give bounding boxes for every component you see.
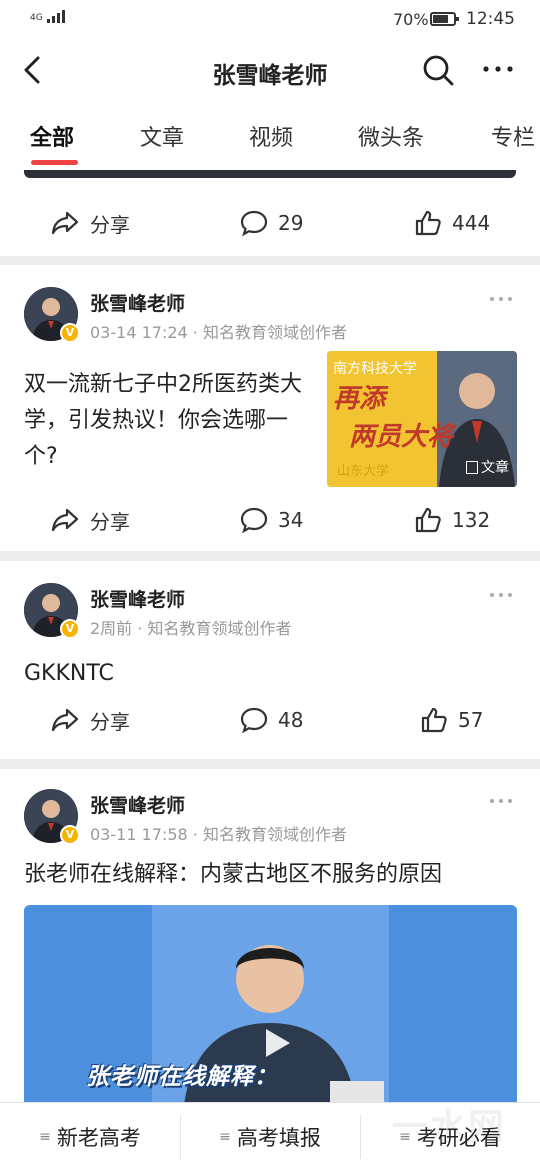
post-text[interactable]: 双一流新七子中2所医药类大学，引发热议！你会选哪一个? — [24, 367, 316, 475]
comment-icon — [240, 707, 268, 734]
post-meta: 03-14 17:24 · 知名教育领域创作者 — [90, 323, 347, 342]
author-row: V 张雪峰老师 03-14 17:24 · 知名教育领域创作者 — [24, 287, 524, 347]
share-button[interactable]: 分享 — [50, 198, 130, 248]
more-horizontal-icon[interactable] — [478, 54, 518, 84]
comment-button[interactable]: 29 — [240, 198, 303, 248]
menu-icon: ≡ — [39, 1129, 51, 1145]
comment-icon — [240, 210, 268, 237]
share-icon — [51, 708, 79, 732]
tab-videos[interactable]: 视频 — [249, 120, 293, 152]
menu-gaokao-application[interactable]: ≡ 高考填报 — [180, 1103, 360, 1170]
author-name[interactable]: 张雪峰老师 — [90, 585, 185, 612]
share-label: 分享 — [90, 509, 130, 534]
svg-text:南方科技大学: 南方科技大学 — [333, 361, 417, 377]
page-title: 张雪峰老师 — [212, 63, 328, 89]
more-options-icon[interactable] — [488, 291, 514, 307]
like-button[interactable]: 132 — [414, 495, 490, 545]
feed-card[interactable]: V 张雪峰老师 03-14 17:24 · 知名教育领域创作者 双一流新七子中2… — [0, 265, 540, 551]
share-button[interactable]: 分享 — [50, 695, 130, 745]
author-row: V 张雪峰老师 03-11 17:58 · 知名教育领域创作者 — [24, 789, 524, 849]
svg-text:两员大将: 两员大将 — [349, 422, 457, 452]
comment-count: 34 — [278, 508, 304, 532]
like-count: 132 — [452, 508, 491, 532]
status-bar: 4G 70% 12:45 — [0, 0, 540, 40]
post-text[interactable]: 张老师在线解释：内蒙古地区不服务的原因 — [24, 857, 514, 893]
verified-badge-icon: V — [60, 619, 80, 639]
play-icon[interactable] — [258, 1025, 294, 1061]
like-count: 444 — [452, 211, 491, 235]
tab-columns[interactable]: 专栏 — [491, 120, 535, 152]
post-actions: 分享 29 444 — [0, 198, 540, 248]
share-icon — [51, 508, 79, 532]
battery-percent: 70% — [393, 10, 429, 29]
active-tab-indicator — [31, 160, 78, 165]
article-tag-label: 文章 — [481, 460, 509, 476]
feed-card[interactable]: V 张雪峰老师 2周前 · 知名教育领域创作者 GKKNTC 分享 48 57 — [0, 561, 540, 759]
author-name[interactable]: 张雪峰老师 — [90, 289, 185, 316]
article-thumbnail[interactable]: 南方科技大学 再添 两员大将 山东大学 文章 — [327, 351, 517, 487]
video-thumbnail[interactable]: 张老师在线解释： — [24, 905, 517, 1105]
post-meta: 03-11 17:58 · 知名教育领域创作者 — [90, 825, 347, 844]
comment-count: 29 — [278, 211, 304, 235]
comment-button[interactable]: 48 — [240, 695, 303, 745]
search-icon[interactable] — [420, 52, 456, 88]
media-thumbnail[interactable] — [24, 170, 516, 178]
verified-badge-icon: V — [60, 323, 80, 343]
post-actions: 分享 34 132 — [0, 495, 540, 545]
share-label: 分享 — [90, 212, 130, 237]
tab-articles[interactable]: 文章 — [140, 120, 184, 152]
thumbs-up-icon — [421, 707, 447, 733]
verified-badge-icon: V — [60, 825, 80, 845]
comment-count: 48 — [278, 708, 304, 732]
tab-all[interactable]: 全部 — [30, 120, 74, 152]
video-caption: 张老师在线解释： — [86, 1064, 278, 1090]
share-icon — [51, 211, 79, 235]
tab-bar: 全部 文章 视频 微头条 专栏 — [0, 102, 540, 170]
post-actions: 分享 48 57 — [0, 695, 540, 745]
tab-micro-posts[interactable]: 微头条 — [358, 120, 424, 152]
like-count: 57 — [458, 708, 484, 732]
post-meta: 2周前 · 知名教育领域创作者 — [90, 619, 292, 638]
post-text[interactable]: GKKNTC — [24, 656, 514, 692]
menu-new-gaokao[interactable]: ≡ 新老高考 — [0, 1103, 180, 1170]
article-icon — [466, 460, 478, 474]
comment-icon — [240, 507, 268, 534]
like-button[interactable]: 57 — [420, 695, 483, 745]
battery-icon — [430, 12, 459, 26]
share-button[interactable]: 分享 — [50, 495, 130, 545]
more-options-icon[interactable] — [488, 793, 514, 809]
like-button[interactable]: 444 — [414, 198, 490, 248]
share-label: 分享 — [90, 709, 130, 734]
more-options-icon[interactable] — [488, 587, 514, 603]
svg-text:再添: 再添 — [333, 384, 389, 414]
author-row: V 张雪峰老师 2周前 · 知名教育领域创作者 — [24, 583, 524, 643]
network-type: 4G — [30, 13, 43, 23]
signal-icon: 4G — [30, 10, 65, 23]
thumbs-up-icon — [415, 210, 441, 236]
menu-icon: ≡ — [219, 1129, 231, 1145]
author-name[interactable]: 张雪峰老师 — [90, 791, 185, 818]
feed-card: 分享 29 444 — [0, 170, 540, 256]
article-tag: 文章 — [466, 457, 509, 477]
status-time: 12:45 — [466, 9, 515, 29]
menu-label: 高考填报 — [236, 1126, 321, 1150]
nav-bar: 张雪峰老师 — [0, 40, 540, 102]
comment-button[interactable]: 34 — [240, 495, 303, 545]
watermark-logo: 一水网 — [392, 1107, 507, 1148]
thumbs-up-icon — [415, 507, 441, 533]
feed-card[interactable]: V 张雪峰老师 03-11 17:58 · 知名教育领域创作者 张老师在线解释：… — [0, 769, 540, 1105]
menu-label: 新老高考 — [56, 1126, 141, 1150]
svg-text:山东大学: 山东大学 — [337, 463, 389, 479]
